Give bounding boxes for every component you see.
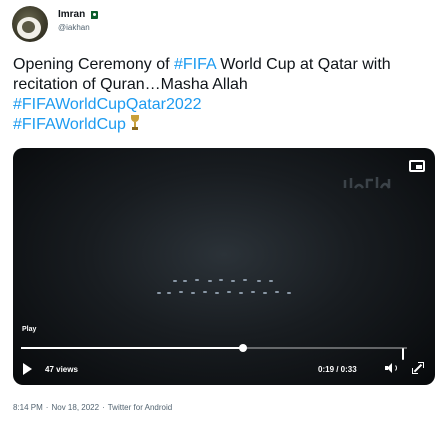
author-name-row: Imran [58, 9, 99, 20]
author-display-name[interactable]: Imran [58, 9, 85, 20]
trophy-icon [130, 115, 140, 131]
avatar-image-shape-inner [22, 21, 35, 33]
arena-sign-shape [343, 177, 391, 189]
stage-lights [153, 278, 303, 302]
avatar[interactable] [12, 6, 48, 42]
view-count: 47 views [45, 365, 78, 374]
video-player[interactable]: Play 47 views 0:19 / 0:33 [13, 148, 435, 385]
hashtag-fifa[interactable]: #FIFA [174, 56, 216, 73]
tweet-text: Opening Ceremony of #FIFA World Cup at Q… [13, 55, 438, 135]
progress-fill [21, 347, 244, 349]
expand-icon[interactable] [412, 362, 424, 374]
tweet-source[interactable]: Twitter for Android [108, 403, 172, 412]
volume-slider[interactable] [402, 348, 404, 360]
time-readout: 0:19 / 0:33 [318, 365, 357, 374]
pip-icon[interactable] [409, 160, 425, 172]
volume-icon[interactable] [385, 362, 399, 374]
tweet-date[interactable]: Nov 18, 2022 [51, 403, 99, 412]
arena-sign-graphic [343, 174, 403, 195]
tweet-meta: 8:14 PM · Nov 18, 2022 · Twitter for And… [13, 403, 172, 412]
play-icon[interactable] [23, 363, 32, 375]
tweet-text-before: Opening Ceremony of [13, 56, 174, 73]
pakistan-flag-icon [88, 10, 99, 19]
hashtag-fifaworldcup[interactable]: #FIFAWorldCup [13, 116, 126, 133]
progress-thumb[interactable] [239, 344, 248, 352]
author-handle[interactable]: @iakhan [58, 23, 90, 32]
meta-separator-2: · [102, 403, 105, 412]
progress-bar[interactable] [21, 344, 407, 352]
meta-separator: · [45, 403, 49, 412]
play-label: Play [22, 326, 37, 333]
tweet-time[interactable]: 8:14 PM [13, 403, 43, 412]
hashtag-fifaworldcupqatar2022[interactable]: #FIFAWorldCupQatar2022 [13, 96, 202, 113]
